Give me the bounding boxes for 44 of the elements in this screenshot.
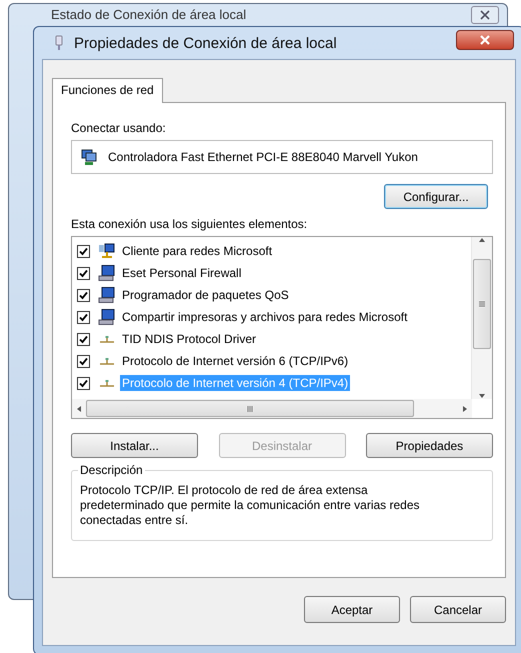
component-item[interactable]: Eset Personal Firewall xyxy=(120,265,244,281)
configure-button[interactable]: Configurar... xyxy=(384,184,488,209)
close-icon xyxy=(479,10,491,20)
connect-using-label: Conectar usando: xyxy=(71,121,167,135)
computer-icon xyxy=(98,309,116,325)
computer-icon xyxy=(98,287,116,303)
components-label: Esta conexión usa los siguientes elementos: xyxy=(71,217,308,231)
network-icon xyxy=(54,35,64,51)
checkbox[interactable] xyxy=(77,266,90,280)
description-text: Protocolo TCP/IP. El protocolo de red de área extensa predeterminado que permite la comunicación entre varias redes conectadas entre sí. xyxy=(80,483,421,528)
close-button[interactable] xyxy=(456,30,514,50)
tab[interactable]: Funciones de red xyxy=(52,78,163,103)
group-title: Descripción xyxy=(78,463,145,477)
client-icon xyxy=(98,243,116,259)
component-item[interactable]: Compartir impresoras y archivos para redes Microsoft xyxy=(120,309,410,325)
horizontal-scrollbar[interactable] xyxy=(72,399,472,418)
component-item[interactable]: Programador de paquetes QoS xyxy=(120,287,291,303)
component-item[interactable]: Protocolo de Internet versión 6 (TCP/IPv6) xyxy=(120,353,350,369)
window-title: Estado de Conexión de área local xyxy=(51,7,246,22)
scroll-right-icon[interactable] xyxy=(462,404,468,412)
scroll-left-icon[interactable] xyxy=(76,404,82,412)
computer-icon xyxy=(98,265,116,281)
scroll-up-icon[interactable] xyxy=(478,237,486,243)
checkbox[interactable] xyxy=(77,244,90,258)
checkbox[interactable] xyxy=(77,354,90,368)
checkbox[interactable] xyxy=(77,288,90,302)
dialog-button[interactable]: Aceptar xyxy=(304,596,400,623)
network-adapter-icon xyxy=(80,148,98,166)
checkbox[interactable] xyxy=(77,376,90,390)
grip-icon xyxy=(247,406,253,412)
vertical-scrollbar[interactable] xyxy=(471,237,492,399)
window-title: Propiedades de Conexión de área local xyxy=(74,34,338,52)
dialog-button[interactable]: Cancelar xyxy=(410,596,506,623)
close-button[interactable] xyxy=(471,6,499,24)
close-icon xyxy=(479,35,491,45)
action-button[interactable]: Instalar... xyxy=(71,433,198,458)
component-item[interactable]: TID NDIS Protocol Driver xyxy=(120,331,258,347)
grip-icon xyxy=(479,301,485,307)
scroll-down-icon[interactable] xyxy=(478,393,486,399)
checkbox[interactable] xyxy=(77,310,90,324)
adapter-field: Controladora Fast Ethernet PCI-E 88E8040 Marvell Yukon xyxy=(71,140,493,174)
component-item[interactable]: Cliente para redes Microsoft xyxy=(120,243,274,259)
checkbox[interactable] xyxy=(77,332,90,346)
action-button[interactable]: Propiedades xyxy=(366,433,493,458)
